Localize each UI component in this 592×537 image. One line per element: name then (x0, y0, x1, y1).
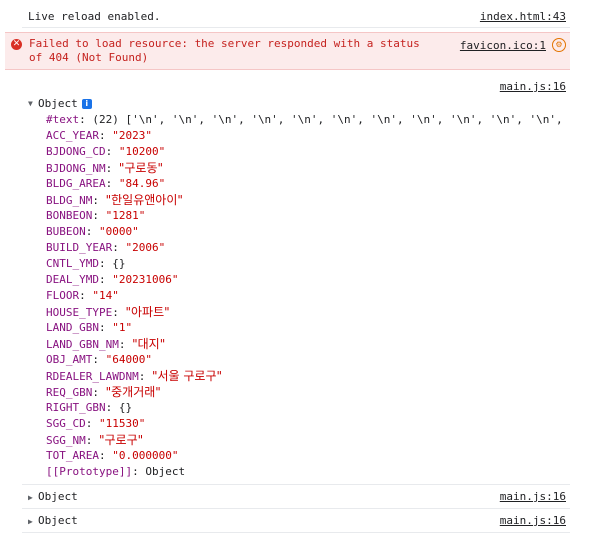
object-source-row: main.js:16 (22, 76, 570, 96)
console-object-collapsed[interactable]: ▶ Object main.js:16 (22, 509, 570, 533)
property-value: "0.000000" (112, 449, 179, 462)
property-value: "한일유앤아이" (105, 193, 183, 207)
property-value: "11530" (99, 417, 146, 430)
property-key: RIGHT_GBN (46, 401, 106, 414)
object-label: Object (38, 490, 78, 503)
property-key: LAND_GBN_NM (46, 338, 119, 351)
property-value: "서울 구로구" (151, 369, 223, 383)
property-key: FLOOR (46, 289, 80, 302)
collapse-triangle-icon[interactable]: ▶ (28, 510, 38, 533)
property-key: BONBEON (46, 209, 93, 222)
object-property: LAND_GBN: "1" (46, 321, 133, 334)
property-key: BLDG_NM (46, 194, 93, 207)
object-property: BONBEON: "1281" (46, 209, 146, 222)
property-value: "구로구" (99, 433, 144, 447)
property-key: BUBEON (46, 225, 86, 238)
object-property: TOT_AREA: "0.000000" (46, 449, 179, 462)
object-property: BJDONG_CD: "10200" (46, 145, 166, 158)
object-property: LAND_GBN_NM: "대지" (46, 337, 166, 351)
property-value: "14" (92, 289, 119, 302)
property-list: ACC_YEAR: "2023" BJDONG_CD: "10200" BJDONG… (46, 128, 570, 464)
property-value: "2023" (112, 129, 152, 142)
property-value: "아파트" (125, 305, 170, 319)
property-value: "구로동" (118, 161, 164, 175)
object-property[interactable]: ▶CNTL_YMD: {} (46, 256, 570, 272)
object-property: HOUSE_TYPE: "아파트" (46, 305, 170, 319)
object-property: SGG_CD: "11530" (46, 417, 146, 430)
error-icon: ✕ (11, 39, 22, 50)
property-key: BLDG_AREA (46, 177, 106, 190)
property-key: RDEALER_LAWDNM (46, 370, 139, 383)
property-key: LAND_GBN (46, 321, 99, 334)
property-key: #text (46, 113, 80, 126)
property-key: SGG_NM (46, 434, 86, 447)
property-value: "0000" (99, 225, 139, 238)
error-text: Failed to load resource: the server resp… (29, 37, 420, 64)
property-key: CNTL_YMD (46, 257, 99, 270)
object-header[interactable]: ▼ Object i (22, 96, 570, 112)
property-value: "2006" (125, 241, 166, 254)
property-key: TOT_AREA (46, 449, 99, 462)
property-value: {} (112, 257, 126, 270)
property-value: "1281" (105, 209, 146, 222)
property-key: BJDONG_NM (46, 162, 106, 175)
property-key: [[Prototype]] (46, 465, 133, 478)
object-label: Object (38, 97, 78, 110)
object-property: SGG_NM: "구로구" (46, 433, 144, 447)
error-source: favicon.ico:1 ⚙ (460, 38, 566, 52)
console-error-message: ✕ Failed to load resource: the server re… (5, 32, 570, 70)
object-header[interactable]: ▶ Object (28, 485, 78, 508)
property-value: Object (145, 465, 186, 478)
info-icon[interactable]: i (81, 99, 92, 109)
property-value: "중개거래" (105, 385, 161, 399)
object-property: ACC_YEAR: "2023" (46, 129, 152, 142)
object-property: BLDG_AREA: "84.96" (46, 177, 166, 190)
property-value: "84.96" (118, 177, 166, 190)
object-property[interactable]: ▶RIGHT_GBN: {} (46, 400, 570, 416)
object-header[interactable]: ▶ Object (28, 509, 78, 532)
object-property: BUBEON: "0000" (46, 225, 139, 238)
console-object-expanded: main.js:16 ▼ Object i ▶ #text: (22) ['\n… (22, 76, 570, 485)
property-value: "20231006" (112, 273, 179, 286)
object-property: DEAL_YMD: "20231006" (46, 273, 179, 286)
message-text: Live reload enabled. (28, 10, 161, 23)
property-value: {} (118, 401, 133, 414)
property-key: REQ_GBN (46, 386, 93, 399)
property-key: BJDONG_CD (46, 145, 106, 158)
devtools-console: Live reload enabled. index.html:43 ✕ Fai… (0, 6, 592, 537)
object-properties: ▶ #text: (22) ['\n', '\n', '\n', '\n', '… (22, 112, 570, 480)
debug-icon[interactable]: ⚙ (552, 38, 566, 52)
property-key: OBJ_AMT (46, 353, 93, 366)
source-link[interactable]: main.js:16 (500, 509, 566, 532)
object-property-text[interactable]: ▶ #text: (22) ['\n', '\n', '\n', '\n', '… (46, 112, 570, 128)
object-property: RDEALER_LAWDNM: "서울 구로구" (46, 369, 223, 383)
property-key: BUILD_YEAR (46, 241, 113, 254)
source-link[interactable]: favicon.ico:1 (460, 39, 546, 52)
object-property: FLOOR: "14" (46, 289, 119, 302)
property-value: "10200" (118, 145, 166, 158)
expand-triangle-icon[interactable]: ▼ (28, 96, 38, 112)
property-key: SGG_CD (46, 417, 86, 430)
property-value: (22) ['\n', '\n', '\n', '\n', '\n', '\n'… (92, 113, 563, 126)
object-property-prototype[interactable]: ▶ [[Prototype]]: Object (46, 464, 570, 480)
property-value: "대지" (132, 337, 166, 351)
object-label: Object (38, 514, 78, 527)
property-key: DEAL_YMD (46, 273, 99, 286)
source-link[interactable]: main.js:16 (500, 485, 566, 508)
property-key: HOUSE_TYPE (46, 306, 113, 319)
source-link[interactable]: main.js:16 (500, 80, 566, 93)
object-property: OBJ_AMT: "64000" (46, 353, 152, 366)
object-property: BJDONG_NM: "구로동" (46, 161, 164, 175)
object-property: BUILD_YEAR: "2006" (46, 241, 166, 254)
source-link[interactable]: index.html:43 (480, 6, 566, 27)
object-property: REQ_GBN: "중개거래" (46, 385, 161, 399)
property-key: ACC_YEAR (46, 129, 99, 142)
property-value: "64000" (105, 353, 152, 366)
collapse-triangle-icon[interactable]: ▶ (28, 486, 38, 509)
object-property: BLDG_NM: "한일유앤아이" (46, 193, 183, 207)
console-object-collapsed[interactable]: ▶ Object main.js:16 (22, 485, 570, 509)
property-value: "1" (112, 321, 133, 334)
console-message-live-reload: Live reload enabled. index.html:43 (22, 6, 570, 28)
